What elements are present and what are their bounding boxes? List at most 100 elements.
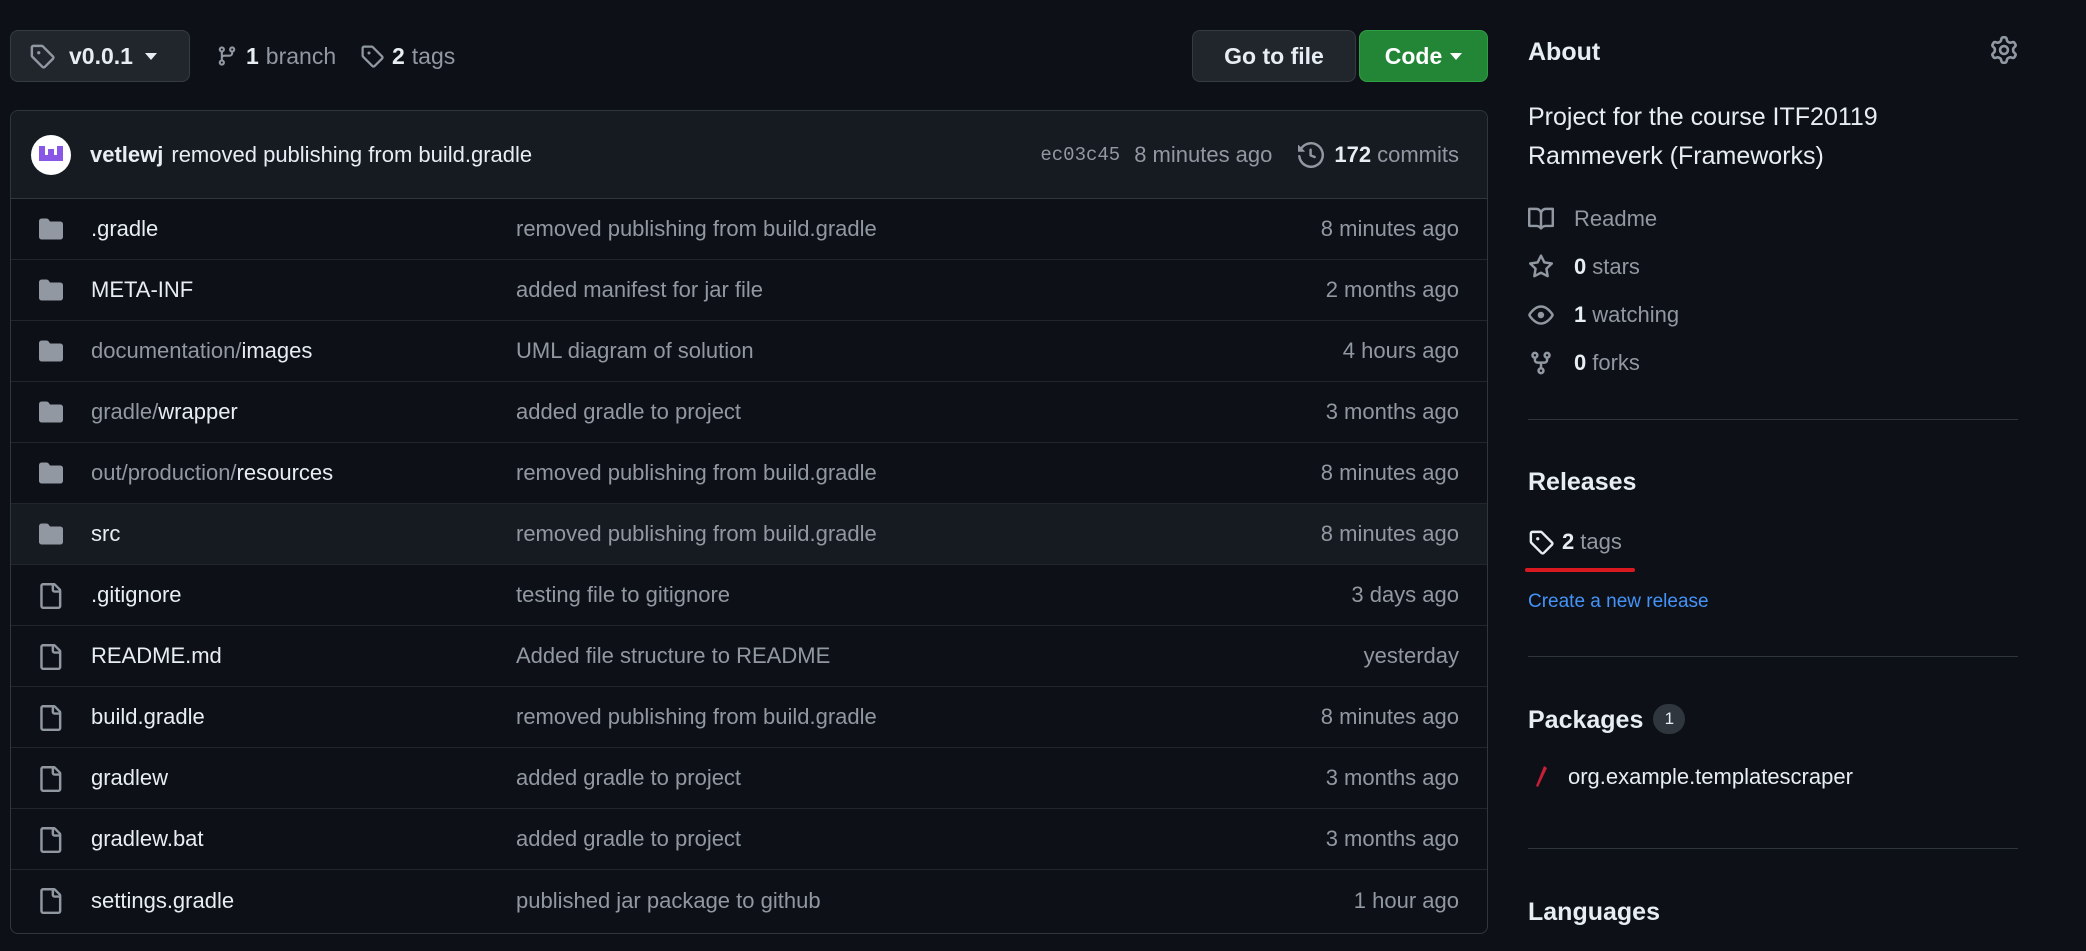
file-name-link[interactable]: .gradle xyxy=(91,216,158,242)
file-row[interactable]: src removed publishing from build.gradle 8… xyxy=(11,504,1487,565)
folder-icon xyxy=(37,461,65,485)
file-name: README.md xyxy=(91,643,222,668)
gear-icon[interactable] xyxy=(1990,36,2018,64)
file-name-link[interactable]: gradlew xyxy=(91,765,168,791)
file-commit-message-link[interactable]: added gradle to project xyxy=(516,826,741,852)
releases-heading[interactable]: Releases xyxy=(1528,468,1636,497)
file-row[interactable]: gradlew added gradle to project 3 months a… xyxy=(11,748,1487,809)
file-commit-message-link[interactable]: published jar package to github xyxy=(516,888,821,914)
file-row[interactable]: gradlew.bat added gradle to project 3 mont… xyxy=(11,809,1487,870)
branch-icon xyxy=(216,45,238,67)
file-commit-age: 3 months ago xyxy=(1325,765,1459,790)
tags-link[interactable]: 2 tags xyxy=(360,30,455,82)
file-icon xyxy=(37,644,63,670)
file-commit-age: 8 minutes ago xyxy=(1320,521,1459,546)
packages-heading[interactable]: Packages 1 xyxy=(1528,704,1686,736)
sidebar-divider xyxy=(1528,656,2018,657)
avatar[interactable] xyxy=(31,134,71,175)
file-name: images xyxy=(241,338,313,363)
file-row[interactable]: build.gradle removed publishing from buil… xyxy=(11,687,1487,748)
readme-link[interactable]: Readme xyxy=(1528,206,1657,232)
file-name: src xyxy=(91,521,121,546)
file-commit-message-link[interactable]: UML diagram of solution xyxy=(516,338,754,364)
file-commit-message-link[interactable]: removed publishing from build.gradle xyxy=(516,216,877,242)
file-commit-message-link[interactable]: removed publishing from build.gradle xyxy=(516,521,877,547)
file-commit-message-link[interactable]: removed publishing from build.gradle xyxy=(516,704,877,730)
file-commit-age: 8 minutes ago xyxy=(1320,704,1459,729)
file-commit-age: 4 hours ago xyxy=(1342,338,1459,363)
file-name-link[interactable]: gradlew.bat xyxy=(91,826,204,852)
repo-description: Project for the course ITF20119 Rammever… xyxy=(1528,103,1878,170)
file-row[interactable]: out/production/resources removed publishi… xyxy=(11,443,1487,504)
package-link[interactable]: org.example.templatescraper xyxy=(1528,764,1853,790)
forks-link[interactable]: 0 forks xyxy=(1528,350,1640,376)
folder-icon xyxy=(37,522,65,546)
chevron-down-icon xyxy=(144,52,157,60)
highlight-underline xyxy=(1525,568,1635,572)
branch-selector-button[interactable]: v0.0.1 xyxy=(10,30,190,82)
file-name-link[interactable]: documentation/images xyxy=(91,338,312,364)
releases-tags-link[interactable]: 2 tags xyxy=(1528,529,1622,555)
file-name: .gradle xyxy=(91,216,159,241)
file-row[interactable]: settings.gradle published jar package to … xyxy=(11,870,1487,931)
file-row[interactable]: documentation/images UML diagram of solut… xyxy=(11,321,1487,382)
file-name-link[interactable]: README.md xyxy=(91,643,222,669)
file-name-link[interactable]: .gitignore xyxy=(91,582,182,608)
code-button[interactable]: Code xyxy=(1359,30,1488,82)
chevron-down-icon xyxy=(1450,52,1463,60)
eye-icon xyxy=(1528,302,1554,328)
watching-link[interactable]: 1 watching xyxy=(1528,302,1679,328)
file-name: gradlew xyxy=(91,765,169,790)
code-button-label: Code xyxy=(1384,42,1443,69)
file-row[interactable]: README.md Added file structure to README y… xyxy=(11,626,1487,687)
fork-icon xyxy=(1528,350,1554,376)
commit-message-link[interactable]: removed publishing from build.gradle xyxy=(171,142,532,168)
file-name: settings.gradle xyxy=(91,887,235,913)
create-release-link[interactable]: Create a new release xyxy=(1528,591,1709,613)
stars-label: stars xyxy=(1592,254,1640,279)
file-row[interactable]: .gitignore testing file to gitignore 3 day… xyxy=(11,565,1487,626)
file-commit-message-link[interactable]: removed publishing from build.gradle xyxy=(516,460,877,486)
star-icon xyxy=(1528,254,1554,280)
packages-counter: 1 xyxy=(1653,704,1686,735)
sidebar-divider xyxy=(1528,419,2018,420)
commits-history-link[interactable]: 172 commits xyxy=(1298,142,1459,168)
branches-link[interactable]: 1 branch xyxy=(216,30,336,82)
file-name-link[interactable]: out/production/resources xyxy=(91,460,333,486)
file-name: .gitignore xyxy=(91,582,182,607)
file-commit-message-link[interactable]: added manifest for jar file xyxy=(516,277,763,303)
packages-heading-label: Packages xyxy=(1528,706,1644,734)
file-name-link[interactable]: settings.gradle xyxy=(91,888,234,914)
file-commit-age: 3 months ago xyxy=(1325,826,1459,851)
go-to-file-button[interactable]: Go to file xyxy=(1192,30,1356,82)
commit-sha-link[interactable]: ec03c45 xyxy=(1040,144,1120,166)
file-name-link[interactable]: META-INF xyxy=(91,277,193,303)
tag-label: tags xyxy=(411,42,456,69)
latest-commit-bar: vetlewj removed publishing from build.gr… xyxy=(11,111,1487,199)
file-commit-message-link[interactable]: Added file structure to README xyxy=(516,643,830,669)
stars-link[interactable]: 0 stars xyxy=(1528,254,1640,280)
file-commit-age: yesterday xyxy=(1363,643,1459,668)
file-commit-message-link[interactable]: added gradle to project xyxy=(516,765,741,791)
languages-heading[interactable]: Languages xyxy=(1528,898,1660,927)
file-icon xyxy=(37,888,63,914)
tag-icon xyxy=(360,44,384,68)
commit-meta: ec03c45 8 minutes ago 172 commits xyxy=(1040,111,1459,199)
file-row[interactable]: META-INF added manifest for jar file 2 mon… xyxy=(11,260,1487,321)
commit-author-link[interactable]: vetlewj xyxy=(90,142,163,168)
file-commit-message-link[interactable]: added gradle to project xyxy=(516,399,741,425)
file-name: gradlew.bat xyxy=(91,826,204,851)
watching-label: watching xyxy=(1592,302,1680,327)
file-name-link[interactable]: src xyxy=(91,521,120,547)
file-commit-message-link[interactable]: testing file to gitignore xyxy=(516,582,730,608)
file-name-link[interactable]: build.gradle xyxy=(91,704,205,730)
file-name-link[interactable]: gradle/wrapper xyxy=(91,399,238,425)
stars-count: 0 xyxy=(1574,254,1587,279)
branch-count: 1 xyxy=(246,42,259,69)
file-row[interactable]: .gradle removed publishing from build.gra… xyxy=(11,199,1487,260)
watching-count: 1 xyxy=(1574,302,1587,327)
file-commit-age: 3 days ago xyxy=(1351,582,1459,607)
file-row[interactable]: gradle/wrapper added gradle to project 3 m… xyxy=(11,382,1487,443)
file-commit-age: 8 minutes ago xyxy=(1320,460,1459,485)
branch-selector-label: v0.0.1 xyxy=(69,42,133,69)
